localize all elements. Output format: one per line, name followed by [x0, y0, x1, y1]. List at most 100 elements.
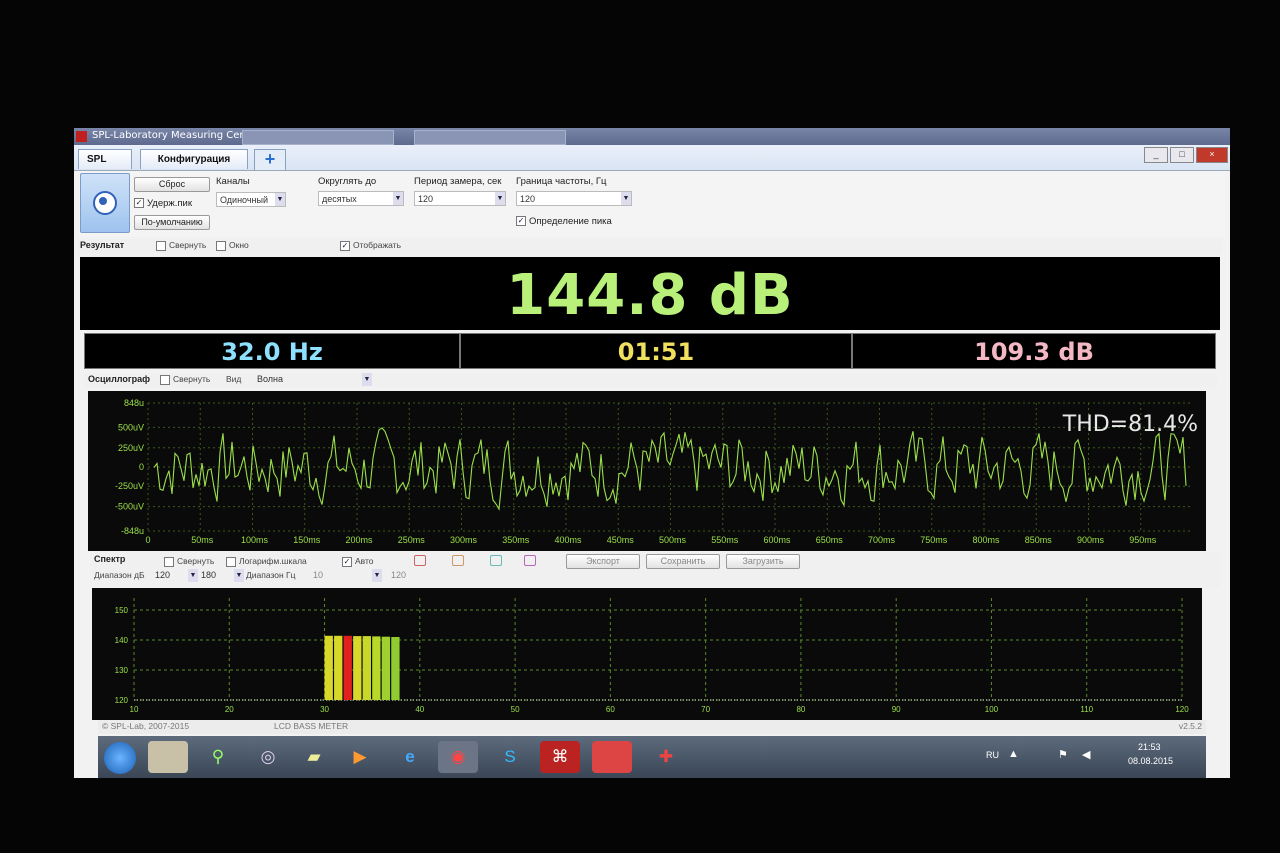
result-title: Результат [80, 240, 125, 250]
peak-detect-checkbox[interactable]: ✓ Определение пика [516, 216, 612, 227]
period-select[interactable]: 120 ▼ [414, 191, 506, 206]
color-swatch-red[interactable] [414, 555, 426, 566]
hold-peak-label: Удерж.пик [147, 198, 193, 209]
tray-expand-icon[interactable]: ▲ [1008, 748, 1019, 760]
chrome-icon[interactable]: ◉ [438, 741, 478, 773]
spectrum-log-label: Логарифм.шкала [239, 556, 307, 566]
title-bar: SPL-Laboratory Measuring Center [74, 128, 1230, 145]
osc-x-tick: 50ms [191, 535, 214, 545]
osc-x-tick: 350ms [502, 535, 530, 545]
reset-button[interactable]: Сброс [134, 177, 210, 192]
spectrum-x-tick: 110 [1080, 705, 1093, 714]
close-button[interactable]: × [1196, 147, 1228, 163]
status-footer: © SPL-Lab, 2007-2015 LCD BASS METER v2.5… [98, 720, 1206, 734]
spectrum-collapse-checkbox[interactable]: Свернуть [164, 556, 214, 567]
internet-explorer-icon[interactable]: e [390, 741, 430, 773]
osc-x-tick: 0 [145, 535, 150, 545]
start-measure-button[interactable] [80, 173, 130, 233]
osc-x-tick: 400ms [554, 535, 582, 545]
spectrum-log-checkbox[interactable]: Логарифм.шкала [226, 556, 307, 567]
osc-section-header: Осциллограф Свернуть Вид Волна ▼ [84, 373, 1218, 387]
checkbox-icon: ✓ [342, 556, 352, 567]
osc-x-tick: 300ms [450, 535, 478, 545]
tab-spl[interactable]: SPL× [78, 149, 132, 186]
maximize-button[interactable]: □ [1170, 147, 1194, 163]
osc-view-label: Вид [226, 374, 242, 384]
color-swatch-magenta[interactable] [524, 555, 536, 566]
language-indicator[interactable]: RU [986, 750, 999, 760]
clock-date[interactable]: 08.08.2015 [1128, 756, 1173, 766]
disc-icon[interactable]: ◎ [248, 741, 288, 773]
chevron-down-icon: ▼ [495, 192, 505, 205]
checkbox-icon [160, 374, 170, 385]
skype-icon[interactable]: S [490, 741, 530, 773]
channels-label: Каналы [216, 176, 250, 187]
chevron-down-icon: ▼ [621, 192, 631, 205]
checkbox-icon: ✓ [340, 240, 350, 251]
app-icon [76, 131, 87, 142]
osc-y-tick: -500uV [115, 502, 144, 512]
chevron-down-icon: ▼ [362, 373, 372, 386]
osc-collapse-label: Свернуть [173, 374, 211, 384]
color-swatch-orange[interactable] [452, 555, 464, 566]
minimize-button[interactable]: _ [1144, 147, 1168, 163]
file-manager-icon[interactable] [148, 741, 188, 773]
export-button[interactable]: Экспорт [566, 554, 640, 569]
oscillograph-panel: 848u 500uV 250uV 0 -250uV -500uV -848u 0 50ms 10… [88, 391, 1206, 551]
hz-range-max-select[interactable]: 120 [388, 569, 460, 582]
tab-configuration[interactable]: Конфигурация [140, 149, 248, 169]
hz-range-max: 120 [391, 570, 407, 580]
spectrum-bar [391, 637, 400, 700]
osc-y-tick: -848u [121, 526, 144, 536]
control-panel: Сброс ✓ Удерж.пик По-умолчанию Каналы Оди… [78, 171, 1226, 237]
result-display-checkbox[interactable]: ✓ Отображать [340, 240, 401, 251]
osc-view-select[interactable]: Волна ▼ [254, 373, 372, 386]
spl-chart-app-icon[interactable] [592, 741, 632, 773]
chevron-down-icon: ▼ [393, 192, 403, 205]
chevron-down-icon: ▼ [188, 569, 198, 582]
spectrum-bar [334, 635, 343, 700]
window-title: SPL-Laboratory Measuring Center [92, 130, 260, 141]
flag-icon[interactable]: ⚑ [1058, 748, 1068, 761]
chevron-down-icon: ▼ [275, 193, 285, 206]
record-dot [99, 197, 107, 205]
clock-time[interactable]: 21:53 [1138, 742, 1161, 752]
db-range-max-select[interactable]: 180 ▼ [198, 569, 244, 582]
result-collapse-checkbox[interactable]: Свернуть [156, 240, 206, 251]
browser-tab-1[interactable] [242, 130, 394, 145]
media-player-icon[interactable]: ▶ [340, 741, 380, 773]
chevron-down-icon: ▼ [372, 569, 382, 582]
default-button[interactable]: По-умолчанию [134, 215, 210, 230]
network-tool-icon[interactable]: ⚲ [198, 741, 238, 773]
pdf-reader-icon[interactable]: ⌘ [540, 741, 580, 773]
load-button[interactable]: Загрузить [726, 554, 800, 569]
osc-y-tick: -250uV [115, 481, 144, 491]
windows-start-icon[interactable] [104, 742, 136, 774]
freq-limit-select[interactable]: 120 ▼ [516, 191, 632, 206]
stats-row: 32.0 Hz 01:51 109.3 dB [84, 333, 1216, 369]
osc-y-tick: 848u [124, 398, 144, 408]
color-swatch-cyan[interactable] [490, 555, 502, 566]
osc-x-tick: 650ms [816, 535, 844, 545]
osc-y-tick: 0 [139, 462, 144, 472]
channels-select[interactable]: Одиночный ▼ [216, 192, 286, 207]
average-spl-value: 109.3 dB [852, 333, 1216, 369]
round-select[interactable]: десятых ▼ [318, 191, 404, 206]
spectrum-auto-checkbox[interactable]: ✓ Авто [342, 556, 374, 567]
volume-icon[interactable]: ◀ [1082, 748, 1090, 761]
hz-range-min-select[interactable]: 10 ▼ [310, 569, 382, 582]
spectrum-y-tick: 140 [115, 636, 129, 645]
add-tab-plus-icon[interactable]: + [254, 149, 286, 170]
db-range-min-select[interactable]: 120 ▼ [152, 569, 198, 582]
osc-view-value: Волна [257, 374, 284, 384]
osc-collapse-checkbox[interactable]: Свернуть [160, 374, 210, 385]
folder-icon[interactable]: ▰ [294, 741, 334, 773]
save-button[interactable]: Сохранить [646, 554, 720, 569]
osc-x-tick: 700ms [868, 535, 896, 545]
spectrum-y-tick: 130 [115, 666, 129, 675]
browser-tab-2[interactable] [414, 130, 566, 145]
spectrum-bar [372, 636, 381, 700]
result-window-checkbox[interactable]: Окно [216, 240, 249, 251]
hold-peak-checkbox[interactable]: ✓ Удерж.пик [134, 198, 192, 209]
spl-lab-icon[interactable]: ✚ [646, 741, 686, 773]
